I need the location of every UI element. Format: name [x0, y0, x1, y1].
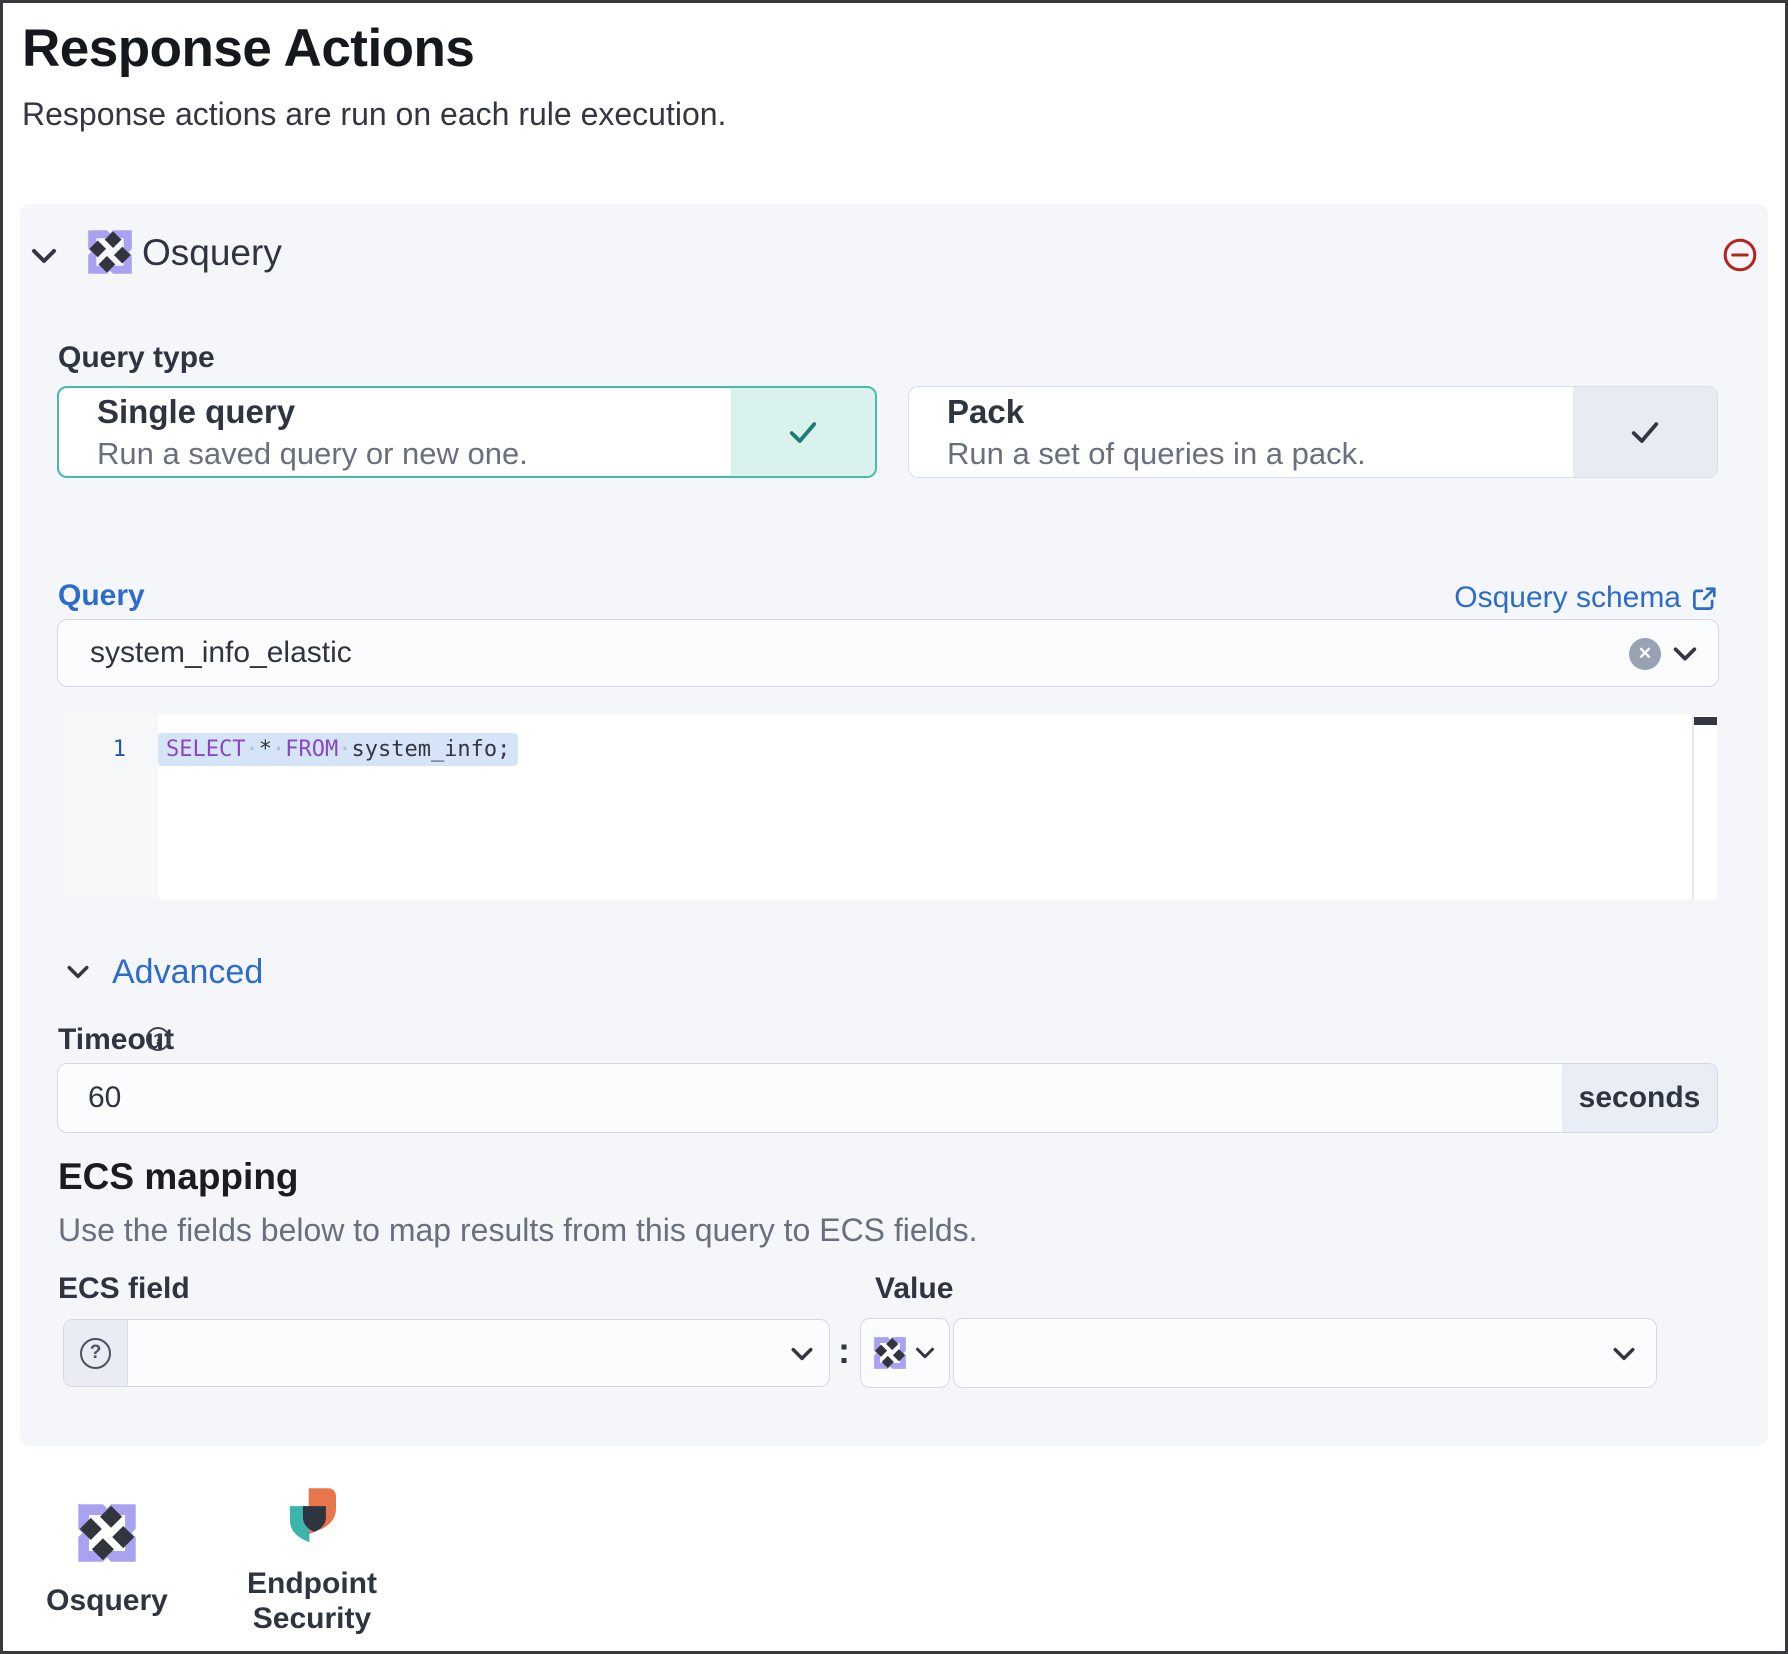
query-label: Query — [58, 579, 145, 613]
card-title: Pack — [947, 393, 1366, 431]
question-icon: ? — [80, 1338, 111, 1369]
ecs-field-label: ECS field — [58, 1272, 190, 1306]
sql-operator: * — [259, 737, 272, 762]
editor-scrollbar-mark[interactable] — [1694, 717, 1717, 725]
query-code-editor[interactable]: 1 SELECT·*·FROM·system_info; — [64, 715, 1717, 899]
clear-selection-button[interactable]: ✕ — [1629, 638, 1661, 670]
card-description: Run a set of queries in a pack. — [947, 436, 1366, 472]
value-type-select[interactable] — [860, 1318, 950, 1388]
osquery-logo-icon — [874, 1337, 906, 1369]
osquery-logo-icon — [78, 1504, 136, 1562]
accordion-toggle-button[interactable] — [28, 240, 60, 272]
ecs-value-label: Value — [875, 1272, 953, 1306]
external-link-icon — [1691, 585, 1718, 612]
add-osquery-action-button[interactable] — [78, 1504, 136, 1562]
timeout-field: seconds — [57, 1063, 1718, 1133]
selected-check-area — [731, 388, 875, 476]
add-endpoint-security-action-button[interactable] — [290, 1488, 336, 1543]
sql-keyword: FROM — [285, 737, 338, 762]
check-icon — [1627, 414, 1663, 450]
advanced-toggle[interactable]: Advanced — [112, 953, 263, 992]
chevron-down-icon[interactable] — [788, 1340, 816, 1368]
sql-identifier: system_info; — [351, 737, 510, 762]
whitespace-dot: · — [338, 737, 351, 762]
ecs-value-combobox[interactable] — [953, 1318, 1657, 1388]
chevron-down-icon[interactable] — [1610, 1340, 1638, 1368]
endpoint-security-action-label[interactable]: Endpoint Security — [222, 1566, 402, 1636]
timeout-help-icon[interactable]: ? — [146, 1027, 170, 1051]
osquery-schema-link[interactable]: Osquery schema — [1454, 581, 1718, 615]
osquery-schema-link-label: Osquery schema — [1454, 581, 1681, 615]
editor-line-number: 1 — [64, 730, 126, 770]
card-description: Run a saved query or new one. — [97, 436, 528, 472]
check-area — [1573, 387, 1717, 477]
mapping-separator: : — [836, 1330, 852, 1372]
selected-code: SELECT·*·FROM·system_info; — [158, 733, 518, 766]
editor-code-line[interactable]: SELECT·*·FROM·system_info; — [158, 730, 518, 770]
osquery-action-label[interactable]: Osquery — [30, 1584, 184, 1618]
card-title: Single query — [97, 393, 528, 431]
advanced-chevron-icon[interactable] — [64, 958, 92, 986]
query-type-pack-card[interactable]: Pack Run a set of queries in a pack. — [908, 386, 1718, 478]
endpoint-security-shield-icon — [290, 1488, 336, 1543]
page-subtitle: Response actions are run on each rule ex… — [22, 96, 726, 133]
remove-response-action-button[interactable] — [1722, 237, 1758, 273]
query-type-single-query-card[interactable]: Single query Run a saved query or new on… — [57, 386, 877, 478]
ecs-mapping-description: Use the fields below to map results from… — [58, 1212, 978, 1249]
check-icon — [785, 414, 821, 450]
query-type-label: Query type — [58, 341, 215, 375]
saved-query-combobox[interactable]: system_info_elastic ✕ — [57, 619, 1719, 687]
ecs-mapping-heading: ECS mapping — [58, 1156, 299, 1198]
panel-title: Osquery — [142, 231, 282, 275]
minus-circle-icon — [1722, 237, 1758, 273]
whitespace-dot: · — [272, 737, 285, 762]
saved-query-value: system_info_elastic — [90, 620, 352, 686]
chevron-down-icon[interactable] — [1670, 639, 1700, 669]
ecs-field-combobox[interactable]: ? — [63, 1319, 830, 1387]
ecs-field-prefix: ? — [64, 1320, 128, 1386]
response-actions-page: Response Actions Response actions are ru… — [0, 0, 1788, 1654]
page-title: Response Actions — [22, 18, 474, 79]
timeout-unit-suffix: seconds — [1562, 1064, 1717, 1132]
chevron-down-icon — [913, 1341, 937, 1365]
chevron-down-icon — [28, 240, 60, 272]
editor-overview-ruler — [1692, 715, 1694, 899]
osquery-logo-icon — [88, 230, 132, 274]
sql-keyword: SELECT — [166, 737, 245, 762]
timeout-input[interactable] — [58, 1064, 1562, 1132]
whitespace-dot: · — [245, 737, 258, 762]
